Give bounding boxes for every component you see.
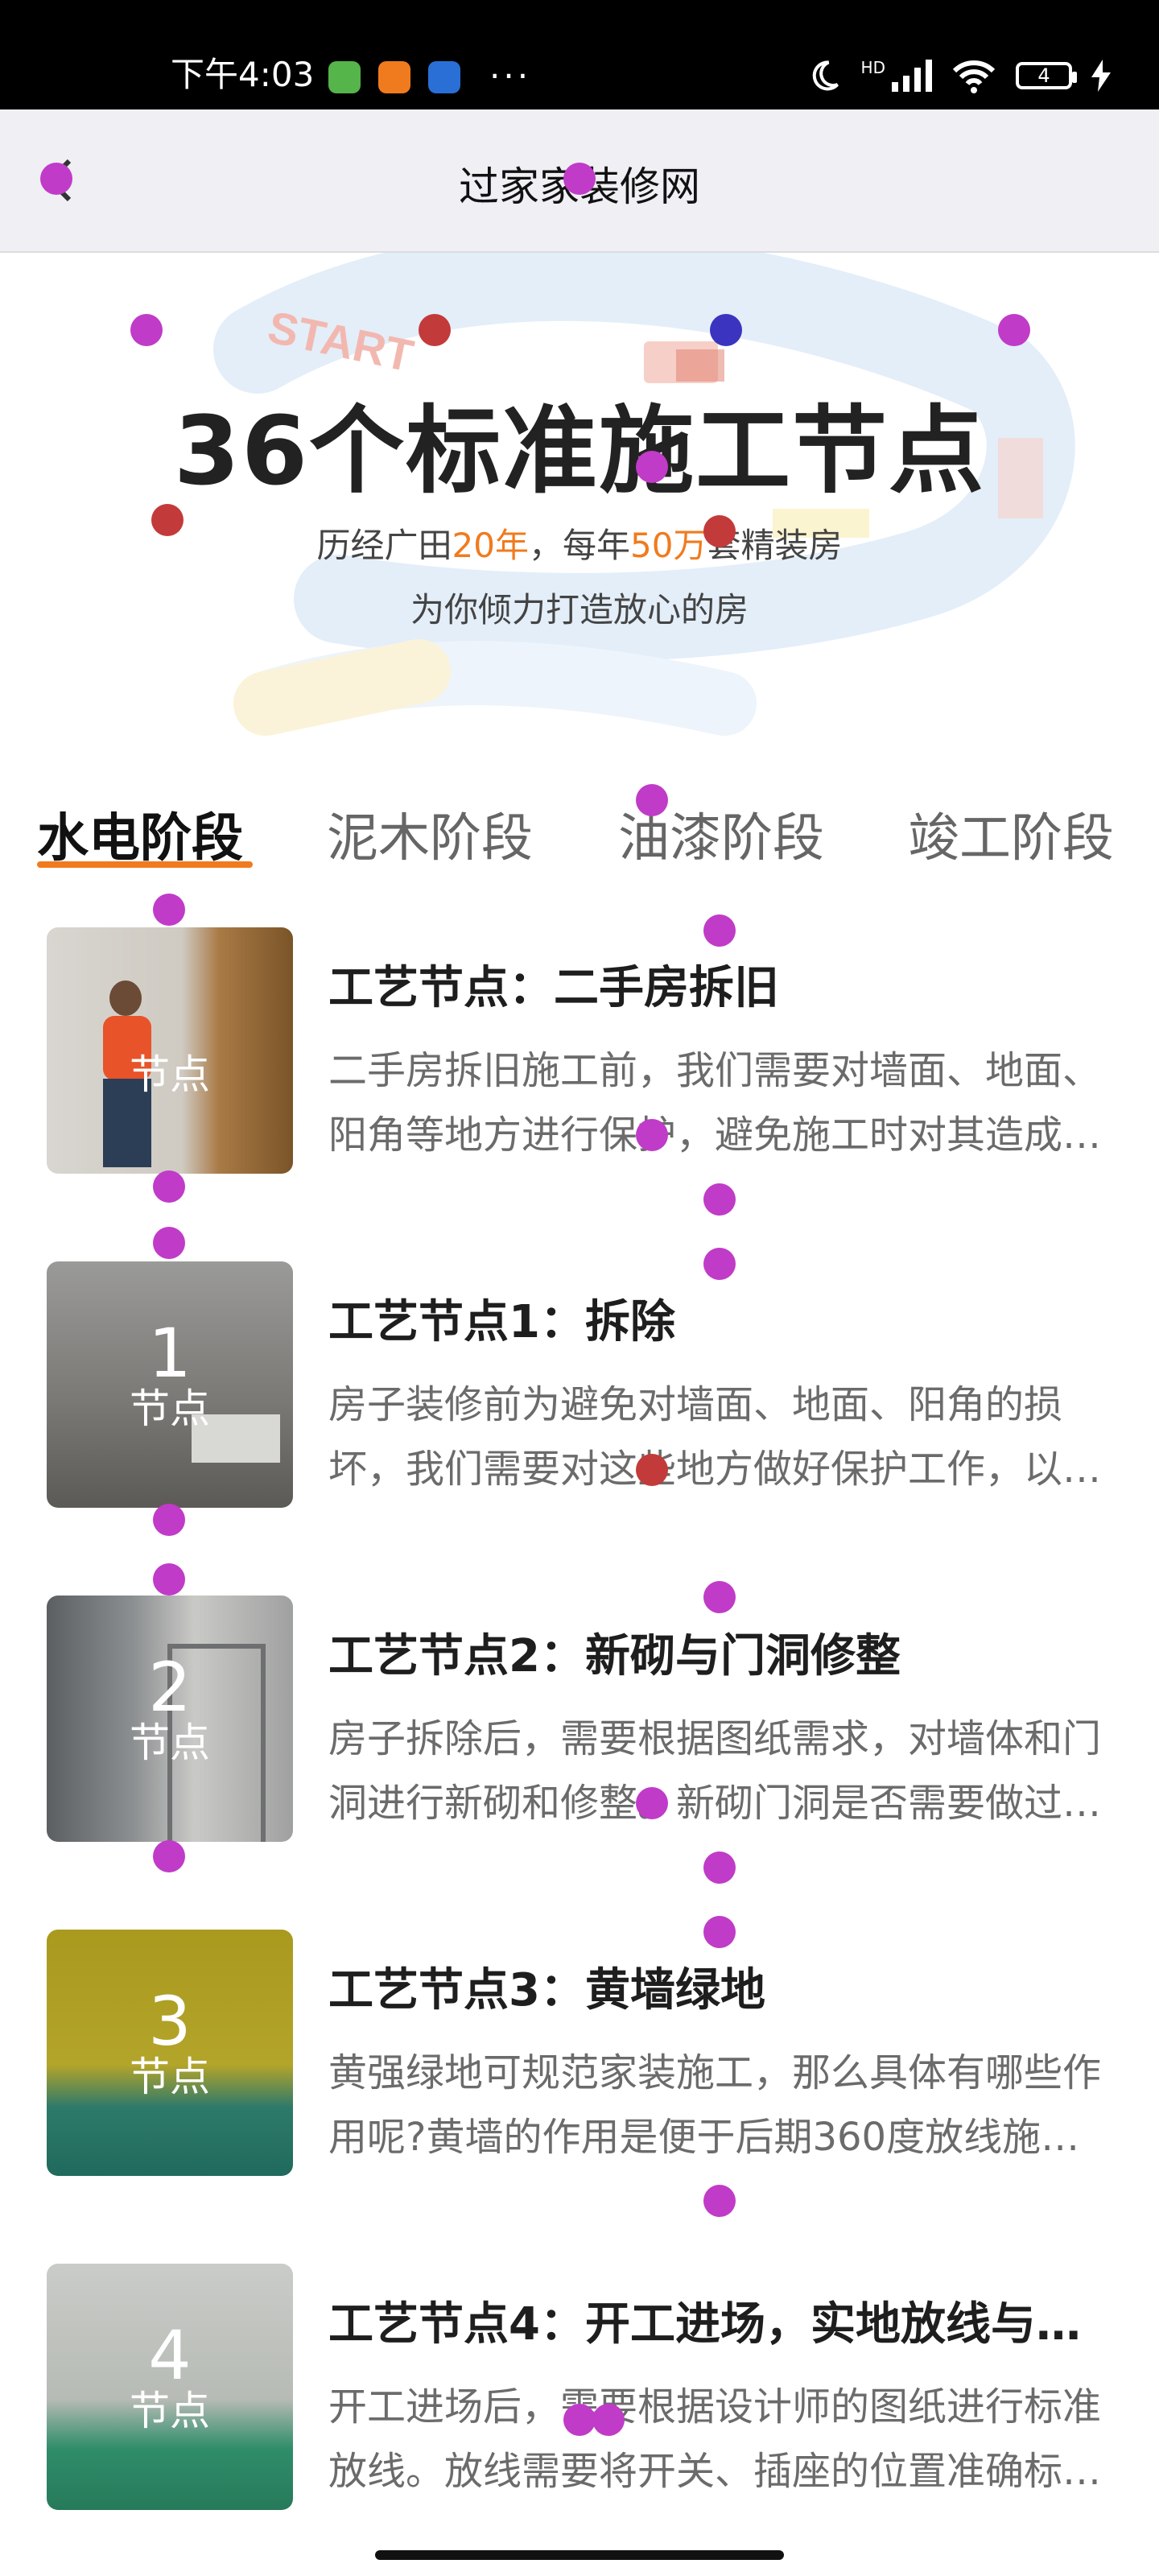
item-description: 房子拆除后，需要根据图纸需求，对墙体和门洞进行新砌和修整。新砌门洞是否需要做过梁…	[328, 1716, 1102, 1826]
moon-icon	[812, 60, 839, 91]
app-icon-orange	[378, 61, 410, 93]
touch-dot	[703, 1183, 736, 1216]
battery-icon: 4	[1016, 62, 1077, 89]
touch-dot	[563, 163, 596, 195]
touch-dot	[998, 314, 1030, 346]
list-item[interactable]: 节点 工艺节点：二手房拆旧 二手房拆旧施工前，我们需要对墙面、地面、阳角等地方进…	[0, 927, 1159, 1193]
touch-dot	[636, 784, 668, 816]
list-item[interactable]: 3 节点 工艺节点3：黄墙绿地 黄强绿地可规范家装施工，那么具体有哪些作用呢?黄…	[0, 1930, 1159, 2195]
touch-dot	[153, 1504, 185, 1536]
home-gesture-bar[interactable]	[375, 2550, 784, 2560]
tab-completion[interactable]: 竣工阶段	[908, 797, 1114, 871]
item-title: 工艺节点2：新砌与门洞修整	[328, 1630, 901, 1682]
item-description: 开工进场后，需要根据设计师的图纸进行标准放线。放线需要将开关、插座的位置准确标出…	[328, 2384, 1102, 2494]
node-label: 节点	[130, 2054, 210, 2100]
node-number: 4	[148, 2316, 192, 2395]
worker-head	[109, 980, 142, 1016]
touch-dot	[703, 2185, 736, 2217]
more-notifications-icon: ···	[489, 56, 532, 96]
battery-level: 4	[1037, 64, 1050, 87]
touch-dot	[703, 1581, 736, 1613]
touch-dot	[636, 451, 668, 483]
item-title: 工艺节点4：开工进场，实地放线与交底	[328, 2298, 1117, 2351]
touch-dot	[703, 515, 736, 547]
touch-dot	[153, 1170, 185, 1203]
touch-dot	[710, 314, 742, 346]
item-title: 工艺节点3：黄墙绿地	[328, 1964, 765, 2017]
hero-subtitle-prefix: 历经广田	[316, 526, 452, 565]
item-description: 黄强绿地可规范家装施工，那么具体有哪些作用呢?黄墙的作用是便于后期360度放线施…	[328, 2050, 1102, 2160]
item-description: 二手房拆旧施工前，我们需要对墙面、地面、阳角等地方进行保护，避免施工时对其造成损…	[328, 1048, 1102, 1158]
list-item[interactable]: 2 节点 工艺节点2：新砌与门洞修整 房子拆除后，需要根据图纸需求，对墙体和门洞…	[0, 1596, 1159, 1861]
wifi-icon	[952, 60, 996, 93]
touch-dot	[703, 1248, 736, 1280]
hero-subtitle-line2: 为你倾力打造放心的房	[410, 590, 749, 630]
node-label: 节点	[130, 2388, 210, 2434]
node-label: 节点	[130, 1385, 210, 1432]
stage-tabs: 水电阶段 泥木阶段 油漆阶段 竣工阶段	[0, 773, 1159, 877]
item-thumbnail: 3 节点	[47, 1930, 293, 2176]
signal-icon	[892, 60, 932, 92]
item-thumbnail: 4 节点	[47, 2264, 293, 2510]
touch-dot	[40, 163, 72, 195]
active-tab-indicator	[37, 861, 253, 868]
touch-dot	[703, 1916, 736, 1948]
hero-title: 36个标准施工节点	[173, 395, 986, 506]
status-indicators: HD 4	[806, 58, 1111, 93]
touch-dot	[703, 914, 736, 947]
touch-dot	[153, 1840, 185, 1872]
touch-dot	[563, 2404, 596, 2436]
touch-dot	[153, 1563, 185, 1596]
app-icon-blue	[428, 61, 460, 93]
node-label: 节点	[130, 1719, 210, 1766]
hero-years: 20年	[452, 526, 529, 565]
touch-dot	[636, 1119, 668, 1151]
item-title: 工艺节点1：拆除	[328, 1296, 675, 1348]
touch-dot	[636, 1454, 668, 1486]
touch-dot	[153, 1227, 185, 1259]
touch-dot	[151, 504, 184, 536]
node-number: 1	[148, 1314, 192, 1393]
item-description: 房子装修前为避免对墙面、地面、阳角的损坏，我们需要对这些地方做好保护工作，以免造…	[328, 1382, 1102, 1492]
hero-subtitle-middle: ，每年	[528, 526, 630, 565]
status-time: 下午4:03	[171, 55, 315, 94]
status-bar: 下午4:03 ··· HD 4	[0, 0, 1159, 109]
charging-icon	[1091, 60, 1111, 92]
node-number: 2	[148, 1648, 192, 1727]
list-item[interactable]: 1 节点 工艺节点1：拆除 房子装修前为避免对墙面、地面、阳角的损坏，我们需要对…	[0, 1261, 1159, 1527]
network-type: HD	[860, 58, 885, 77]
tab-plumbing-electrical[interactable]: 水电阶段	[37, 797, 243, 871]
tab-masonry-carpentry[interactable]: 泥木阶段	[327, 797, 533, 871]
touch-dot	[419, 314, 451, 346]
node-number: 3	[148, 1982, 192, 2061]
hero-banner[interactable]: START 36个标准施工节点 历经广田20年，每年50万套精装房 为你倾力打造…	[0, 253, 1159, 736]
item-thumbnail: 1 节点	[47, 1261, 293, 1508]
touch-dot	[130, 314, 163, 346]
touch-dot	[703, 1852, 736, 1884]
item-thumbnail: 节点	[47, 927, 293, 1174]
touch-dot	[153, 894, 185, 926]
item-thumbnail: 2 节点	[47, 1596, 293, 1842]
item-title: 工艺节点：二手房拆旧	[328, 962, 779, 1014]
app-icon-green	[328, 61, 361, 93]
hero-count: 50万	[630, 526, 707, 565]
node-label: 节点	[130, 1051, 210, 1098]
list-item[interactable]: 4 节点 工艺节点4：开工进场，实地放线与交底 开工进场后，需要根据设计师的图纸…	[0, 2264, 1159, 2529]
touch-dot	[636, 1787, 668, 1819]
touch-dot	[592, 2404, 625, 2436]
